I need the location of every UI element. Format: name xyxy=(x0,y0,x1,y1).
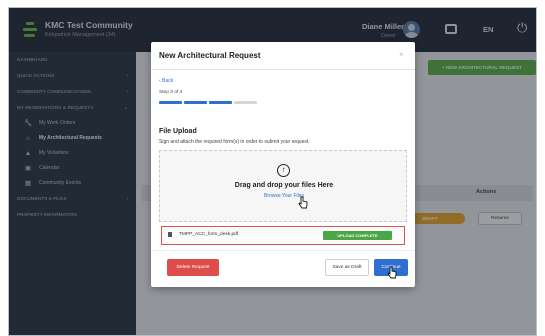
file-name: TMPP_ACC_form_desk.pdf xyxy=(179,232,239,237)
divider xyxy=(151,250,415,251)
upload-status-badge: UPLOAD COMPLETE xyxy=(323,231,392,240)
app-window: KMC Test Community Kirkpatrick Managemen… xyxy=(8,7,537,336)
hand-cursor-icon xyxy=(298,196,308,209)
step-segment xyxy=(159,101,182,104)
new-request-modal: New Architectural Request × ‹ Back Step … xyxy=(151,42,415,287)
divider xyxy=(151,69,415,70)
uploaded-file-row: TMPP_ACC_form_desk.pdf UPLOAD COMPLETE xyxy=(161,226,405,245)
delete-request-button[interactable]: Delete Request xyxy=(167,259,219,276)
file-icon xyxy=(168,232,172,237)
file-dropzone[interactable]: ↑ Drag and drop your files Here Browse Y… xyxy=(159,150,407,222)
step-indicator: Step 3 of 4 xyxy=(159,90,183,95)
hand-cursor-icon xyxy=(387,266,397,279)
back-link[interactable]: ‹ Back xyxy=(159,78,173,84)
step-segment xyxy=(184,101,207,104)
step-progress xyxy=(159,101,259,104)
section-description: Sign and attach the required form(s) in … xyxy=(159,139,310,145)
dropzone-title: Drag and drop your files Here xyxy=(234,182,334,189)
modal-title: New Architectural Request xyxy=(159,51,261,60)
section-title: File Upload xyxy=(159,128,197,135)
close-icon[interactable]: × xyxy=(399,50,404,59)
save-draft-button[interactable]: Save as Draft xyxy=(325,259,369,276)
step-segment xyxy=(209,101,232,104)
step-segment xyxy=(234,101,257,104)
upload-icon: ↑ xyxy=(277,164,290,177)
browse-files-link[interactable]: Browse Your Files xyxy=(160,193,408,199)
